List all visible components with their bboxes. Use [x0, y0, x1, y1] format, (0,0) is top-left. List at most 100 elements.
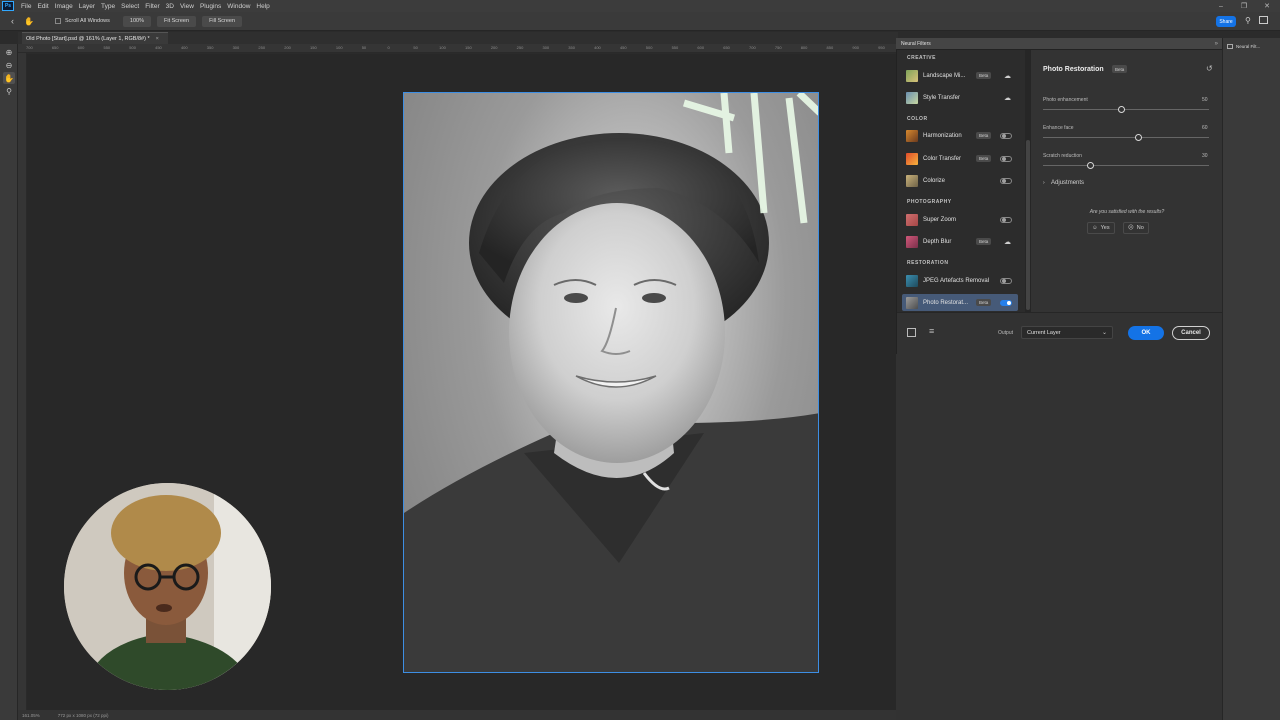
close-tab-icon[interactable]: ×: [156, 36, 159, 42]
depth-blur-thumbnail-icon: [906, 235, 918, 248]
menu-layer[interactable]: Layer: [76, 3, 98, 10]
zoom-in-icon[interactable]: ⊕: [3, 46, 15, 58]
checkbox-icon: [54, 18, 61, 24]
menu-filter[interactable]: Filter: [142, 3, 162, 10]
filter-colorize[interactable]: Colorize: [902, 172, 1018, 189]
filter-label: Super Zoom: [923, 216, 957, 223]
adjustments-toggle[interactable]: › Adjustments: [1043, 180, 1084, 186]
menu-image[interactable]: Image: [52, 3, 76, 10]
ruler-tick-label: 0: [387, 45, 390, 50]
workspace-icon[interactable]: [1259, 16, 1268, 24]
scroll-all-windows-checkbox[interactable]: Scroll All Windows: [48, 16, 117, 27]
scroll-thumb[interactable]: [1026, 140, 1030, 310]
share-button[interactable]: Share: [1216, 16, 1236, 27]
style-transfer-thumbnail-icon: [906, 91, 918, 104]
hand-tool-icon[interactable]: ✋: [3, 72, 15, 84]
zoom-out-icon[interactable]: ⊖: [3, 59, 15, 71]
panel-icon: [1227, 44, 1233, 49]
menu-plugins[interactable]: Plugins: [197, 3, 224, 10]
slider-track-enhance-face[interactable]: [1043, 137, 1209, 138]
layers-icon[interactable]: ≡: [929, 326, 934, 336]
cancel-button[interactable]: Cancel: [1172, 326, 1210, 340]
ruler-tick-label: 400: [594, 45, 601, 50]
ruler-tick-label: 50: [413, 45, 418, 50]
menu-3d[interactable]: 3D: [163, 3, 177, 10]
menu-file[interactable]: File: [18, 3, 34, 10]
dock-neural-filters[interactable]: Neural Filt...: [1227, 44, 1260, 49]
feedback-yes-button[interactable]: ☺ Yes: [1087, 222, 1115, 234]
menu-type[interactable]: Type: [98, 3, 118, 10]
back-chevron-icon[interactable]: ‹: [11, 16, 14, 26]
ruler-tick-label: 300: [542, 45, 550, 50]
slider-track-scratch-reduction[interactable]: [1043, 165, 1209, 166]
menu-view[interactable]: View: [177, 3, 197, 10]
ruler-tick-label: 350: [568, 45, 575, 50]
search-icon[interactable]: ⚲: [1245, 16, 1251, 25]
cloud-download-icon[interactable]: ☁: [1004, 72, 1011, 80]
filter-toggle[interactable]: [1000, 132, 1012, 139]
filter-toggle-on[interactable]: [1000, 299, 1012, 306]
filter-super-zoom[interactable]: Super Zoom: [902, 211, 1018, 228]
ok-button[interactable]: OK: [1128, 326, 1164, 340]
feedback-yes-label: Yes: [1100, 225, 1110, 231]
slider-label-scratch-reduction: Scratch reduction: [1043, 153, 1082, 159]
zoom-100-button[interactable]: 100%: [122, 15, 151, 27]
cloud-download-icon[interactable]: ☁: [1004, 94, 1011, 102]
dock-item-label: Neural Filt...: [1236, 44, 1261, 49]
filter-color-transfer[interactable]: Color Transfer Beta: [902, 150, 1018, 167]
ruler-tick-label: 600: [77, 45, 85, 50]
slider-handle-enhance-face[interactable]: [1135, 134, 1142, 141]
feedback-no-button[interactable]: ☹ No: [1123, 222, 1149, 234]
beta-badge: Beta: [976, 132, 992, 139]
beta-badge: Beta: [976, 155, 992, 162]
show-original-icon[interactable]: [907, 328, 916, 337]
menu-window[interactable]: Window: [224, 3, 253, 10]
filter-landscape-mixer[interactable]: Landscape Mi... Beta ☁: [902, 67, 1018, 84]
chevron-right-icon: ›: [1043, 180, 1045, 186]
super-zoom-thumbnail-icon: [906, 213, 918, 226]
restored-portrait-image[interactable]: [403, 92, 819, 673]
filter-label: Style Transfer: [923, 94, 961, 101]
cloud-download-icon[interactable]: ☁: [1004, 238, 1011, 246]
close-icon[interactable]: ✕: [1256, 0, 1278, 12]
slider-handle-scratch-reduction[interactable]: [1087, 162, 1094, 169]
restore-icon[interactable]: ❐: [1233, 0, 1255, 12]
output-select[interactable]: Current Layer ⌄: [1021, 326, 1113, 339]
filter-toggle[interactable]: [1000, 177, 1012, 184]
fit-screen-button[interactable]: Fit Screen: [156, 15, 197, 27]
minimize-icon[interactable]: –: [1210, 0, 1232, 12]
ruler-tick-label: 250: [516, 45, 524, 50]
document-tab[interactable]: Old Photo [Start].psd @ 161% (Layer 1, R…: [22, 32, 168, 44]
hand-tool-icon[interactable]: ✋: [24, 17, 34, 26]
neural-filters-panel: CREATIVE Landscape Mi... Beta ☁ Style Tr…: [896, 49, 1223, 354]
filter-depth-blur[interactable]: Depth Blur Beta ☁: [902, 233, 1018, 250]
ruler-tick-label: 550: [671, 45, 679, 50]
portrait-illustration: [404, 93, 818, 672]
adjustments-label: Adjustments: [1051, 180, 1085, 186]
magnifier-icon[interactable]: ⚲: [3, 85, 15, 97]
filter-style-transfer[interactable]: Style Transfer ☁: [902, 89, 1018, 106]
slider-label-enhance-face: Enhance face: [1043, 125, 1074, 131]
filter-photo-restoration[interactable]: Photo Restorat... Beta: [902, 294, 1018, 311]
filter-list: CREATIVE Landscape Mi... Beta ☁ Style Tr…: [897, 50, 1025, 312]
filter-toggle[interactable]: [1000, 155, 1012, 162]
presenter-illustration: [64, 483, 271, 690]
ruler-tick-label: 150: [310, 45, 317, 50]
reset-icon[interactable]: ↺: [1206, 64, 1213, 73]
fill-screen-button[interactable]: Fill Screen: [202, 15, 243, 27]
filter-toggle[interactable]: [1000, 216, 1012, 223]
slider-track-photo-enhancement[interactable]: [1043, 109, 1209, 110]
collapse-icon[interactable]: »: [1215, 41, 1218, 47]
menu-edit[interactable]: Edit: [34, 3, 51, 10]
menu-select[interactable]: Select: [118, 3, 142, 10]
filter-harmonization[interactable]: Harmonization Beta: [902, 127, 1018, 144]
slider-value-photo-enhancement: 50: [1202, 97, 1208, 103]
menu-help[interactable]: Help: [253, 3, 272, 10]
ruler-tick-label: 500: [645, 45, 653, 50]
filter-label: JPEG Artefacts Removal: [923, 277, 990, 284]
slider-handle-photo-enhancement[interactable]: [1118, 106, 1125, 113]
jpeg-artefacts-thumbnail-icon: [906, 274, 918, 287]
filter-jpeg-artefacts-removal[interactable]: JPEG Artefacts Removal: [902, 272, 1018, 289]
filter-toggle[interactable]: [1000, 277, 1012, 284]
ruler-tick-label: 450: [155, 45, 162, 50]
